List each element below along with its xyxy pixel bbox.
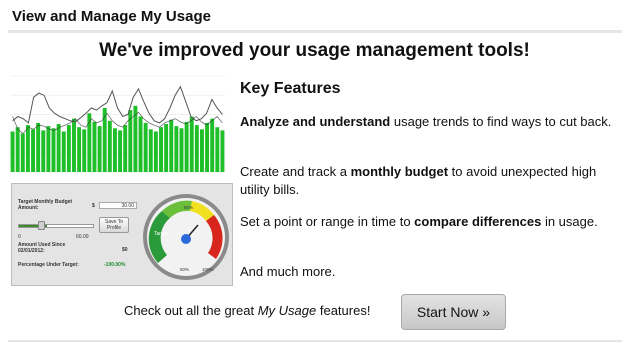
- feature-compare-post: in usage.: [541, 214, 598, 229]
- cta-text: Check out all the great My Usage feature…: [124, 303, 370, 318]
- gauge-target-label: Target: [154, 231, 169, 237]
- gauge-high-label: 100%: [202, 267, 214, 272]
- bottom-divider: [8, 340, 622, 342]
- section-title: View and Manage My Usage: [12, 8, 211, 25]
- usage-bar: [20, 133, 25, 172]
- feature-analyze: Analyze and understand usage trends to f…: [240, 113, 612, 131]
- section-header: View and Manage My Usage: [8, 4, 622, 33]
- usage-bar: [97, 126, 102, 172]
- key-features-title: Key Features: [240, 80, 341, 97]
- usage-bar: [31, 129, 35, 172]
- usage-bar: [82, 129, 87, 172]
- usage-bar: [184, 121, 189, 172]
- feature-compare-pre: Set a point or range in time to: [240, 214, 415, 229]
- usage-bar: [189, 116, 194, 172]
- promo-headline: We've improved your usage management too…: [99, 40, 530, 61]
- feature-budget-bold: monthly budget: [350, 164, 449, 179]
- usage-bar: [118, 130, 123, 172]
- usage-bar: [36, 122, 41, 172]
- gauge-low-label: 50%: [180, 267, 189, 272]
- amount-used-label: Amount Used Since 02/01/2012:: [18, 242, 66, 254]
- feature-compare: Set a point or range in time to compare …: [240, 213, 612, 231]
- feature-analyze-bold: Analyze and understand: [240, 114, 391, 129]
- feature-budget: Create and track a monthly budget to avo…: [240, 163, 612, 199]
- usage-bar: [51, 128, 56, 172]
- feature-budget-pre: Create and track a: [240, 164, 351, 179]
- cta-text-italic: My Usage: [257, 303, 317, 318]
- usage-bar: [194, 125, 199, 172]
- usage-bar: [102, 108, 107, 172]
- usage-bar: [66, 125, 71, 172]
- percent-under-label: Percentage Under Target:: [18, 262, 79, 268]
- usage-bar: [205, 122, 210, 172]
- percent-under-value: -100.00%: [104, 262, 126, 268]
- usage-bar: [56, 124, 61, 172]
- usage-bar: [107, 120, 112, 172]
- usage-bar: [15, 127, 20, 172]
- slider-min-label: 0: [18, 234, 21, 240]
- usage-bar: [77, 127, 82, 172]
- usage-bar: [148, 129, 153, 172]
- usage-bar: [174, 126, 179, 172]
- usage-bar: [210, 118, 215, 172]
- feature-analyze-text: usage trends to find ways to cut back.: [390, 114, 612, 129]
- budget-slider: [18, 224, 94, 228]
- usage-bar: [10, 131, 15, 172]
- target-budget-input: 30.00: [99, 202, 137, 209]
- feature-compare-bold: compare differences: [414, 214, 542, 229]
- usage-bar: [61, 131, 66, 172]
- cta-text-post: features!: [316, 303, 371, 318]
- budget-slider-knob: [38, 221, 45, 230]
- usage-bar: [41, 130, 46, 172]
- amount-used-value: $0: [122, 247, 128, 253]
- usage-bar: [164, 124, 169, 172]
- usage-bar: [153, 131, 158, 172]
- gauge-mid-label: 80%: [184, 205, 193, 210]
- usage-bar: [72, 118, 76, 172]
- usage-bar: [169, 119, 174, 172]
- usage-bar: [143, 122, 148, 172]
- usage-bar: [112, 128, 117, 172]
- usage-bar: [123, 125, 128, 172]
- dollar-sign: $: [92, 203, 95, 209]
- usage-bar: [220, 130, 225, 172]
- usage-bar: [159, 127, 163, 172]
- usage-bar: [138, 116, 143, 172]
- usage-trend-chart-image: [10, 75, 225, 173]
- start-now-button[interactable]: Start Now »: [401, 294, 506, 330]
- cta-text-pre: Check out all the great: [124, 303, 258, 318]
- budget-gauge: Target 50% 100% 80%: [143, 194, 229, 280]
- usage-bar: [200, 129, 204, 172]
- slider-max-label: 60.00: [76, 234, 89, 240]
- feature-more: And much more.: [240, 264, 336, 279]
- target-budget-label: Target Monthly Budget Amount:: [18, 199, 73, 211]
- usage-bar: [215, 127, 220, 172]
- usage-bar: [46, 126, 51, 172]
- usage-bar: [179, 128, 184, 172]
- usage-bar: [25, 125, 30, 172]
- usage-bar: [92, 121, 97, 172]
- save-to-profile-button: Save To Profile: [99, 217, 129, 233]
- budget-widget-image: Target Monthly Budget Amount: $ 30.00 0 …: [11, 183, 233, 286]
